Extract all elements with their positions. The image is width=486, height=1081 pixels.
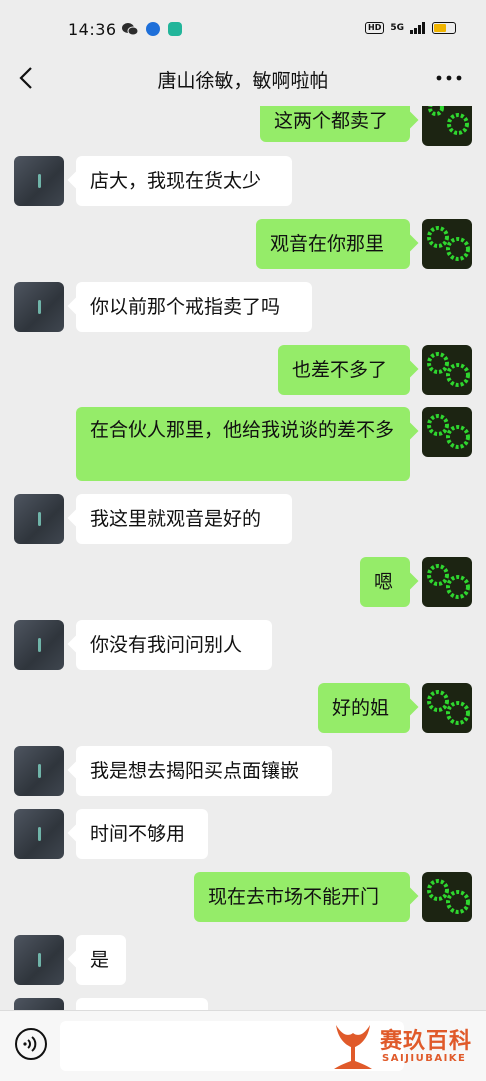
message-row: 嗯 bbox=[0, 557, 486, 613]
message-bubble-friend[interactable]: 我这里就观音是好的 bbox=[76, 494, 292, 544]
chat-message-list[interactable]: 这两个都卖了 店大，我现在货太少 观音在你那里 你以前那个戒指卖了吗 也差不多了… bbox=[0, 106, 486, 1010]
message-row: 你没有我问问别人 bbox=[0, 620, 486, 676]
message-bubble-friend[interactable]: 你以前那个戒指卖了吗 bbox=[76, 282, 312, 332]
chat-title: 唐山徐敏，敏啊啦帕 bbox=[157, 70, 329, 92]
message-bubble-self[interactable]: 在合伙人那里，他给我说谈的差不多 bbox=[76, 407, 410, 481]
self-avatar[interactable] bbox=[422, 557, 472, 607]
message-row: 店大，我现在货太少 bbox=[0, 156, 486, 212]
message-row: 是 bbox=[0, 935, 486, 991]
friend-avatar[interactable] bbox=[14, 156, 64, 206]
message-bubble-friend[interactable]: 时间不够用 bbox=[76, 809, 208, 859]
signal-icon bbox=[410, 22, 425, 34]
self-avatar[interactable] bbox=[422, 345, 472, 395]
message-row: 我是想去揭阳买点面镶嵌 bbox=[0, 746, 486, 802]
message-row: 我这里就观音是好的 bbox=[0, 494, 486, 550]
message-bubble-self[interactable]: 嗯 bbox=[360, 557, 410, 607]
whale-tail-logo-icon bbox=[334, 1025, 372, 1069]
status-indicators: HD 5G bbox=[365, 22, 456, 34]
message-row: 时间不够用 bbox=[0, 809, 486, 865]
voice-icon[interactable] bbox=[14, 1027, 48, 1061]
message-row: 你以前那个戒指卖了吗 bbox=[0, 282, 486, 338]
message-bubble-self[interactable]: 观音在你那里 bbox=[256, 219, 410, 269]
message-row: 在合伙人那里，他给我说谈的差不多 bbox=[0, 407, 486, 483]
watermark-subtitle: SAIJIUBAIKE bbox=[382, 1053, 467, 1064]
message-row: 也差不多了 bbox=[0, 345, 486, 401]
message-bubble-friend[interactable]: 你没有我问问别人 bbox=[76, 620, 272, 670]
status-time: 14:36 bbox=[68, 20, 117, 39]
friend-avatar[interactable] bbox=[14, 998, 64, 1010]
message-bubble-friend[interactable]: 店大，我现在货太少 bbox=[76, 156, 292, 206]
input-bar: 赛玖百科 SAIJIUBAIKE bbox=[0, 1010, 486, 1081]
status-bar: 14:36 HD 5G bbox=[0, 0, 486, 52]
hd-badge: HD bbox=[365, 22, 385, 34]
chat-header: 唐山徐敏，敏啊啦帕 bbox=[0, 52, 486, 106]
self-avatar[interactable] bbox=[422, 683, 472, 733]
watermark-title: 赛玖百科 bbox=[380, 1029, 473, 1054]
message-bubble-friend[interactable] bbox=[76, 998, 208, 1010]
app-notification-icon bbox=[146, 22, 160, 36]
friend-avatar[interactable] bbox=[14, 620, 64, 670]
message-row: 好的姐 bbox=[0, 683, 486, 739]
message-bubble-friend[interactable]: 是 bbox=[76, 935, 126, 985]
status-app-icons bbox=[122, 22, 182, 36]
friend-avatar[interactable] bbox=[14, 746, 64, 796]
friend-avatar[interactable] bbox=[14, 935, 64, 985]
message-bubble-self[interactable]: 现在去市场不能开门 bbox=[194, 872, 410, 922]
more-horizontal-icon[interactable] bbox=[434, 64, 464, 92]
watermark-logo: 赛玖百科 SAIJIUBAIKE bbox=[328, 1019, 478, 1075]
network-label: 5G bbox=[390, 22, 404, 33]
message-bubble-self[interactable]: 也差不多了 bbox=[278, 345, 410, 395]
battery-icon bbox=[432, 22, 456, 34]
message-row: 现在去市场不能开门 bbox=[0, 872, 486, 928]
message-bubble-self[interactable]: 这两个都卖了 bbox=[260, 106, 410, 142]
friend-avatar[interactable] bbox=[14, 809, 64, 859]
self-avatar[interactable] bbox=[422, 872, 472, 922]
message-row bbox=[0, 998, 486, 1010]
friend-avatar[interactable] bbox=[14, 494, 64, 544]
message-row: 观音在你那里 bbox=[0, 219, 486, 275]
message-bubble-self[interactable]: 好的姐 bbox=[318, 683, 410, 733]
app-notification-icon-2 bbox=[168, 22, 182, 36]
self-avatar[interactable] bbox=[422, 106, 472, 146]
message-bubble-friend[interactable]: 我是想去揭阳买点面镶嵌 bbox=[76, 746, 332, 796]
self-avatar[interactable] bbox=[422, 219, 472, 269]
message-row: 这两个都卖了 bbox=[0, 106, 486, 156]
self-avatar[interactable] bbox=[422, 407, 472, 457]
friend-avatar[interactable] bbox=[14, 282, 64, 332]
wechat-icon bbox=[122, 23, 138, 36]
